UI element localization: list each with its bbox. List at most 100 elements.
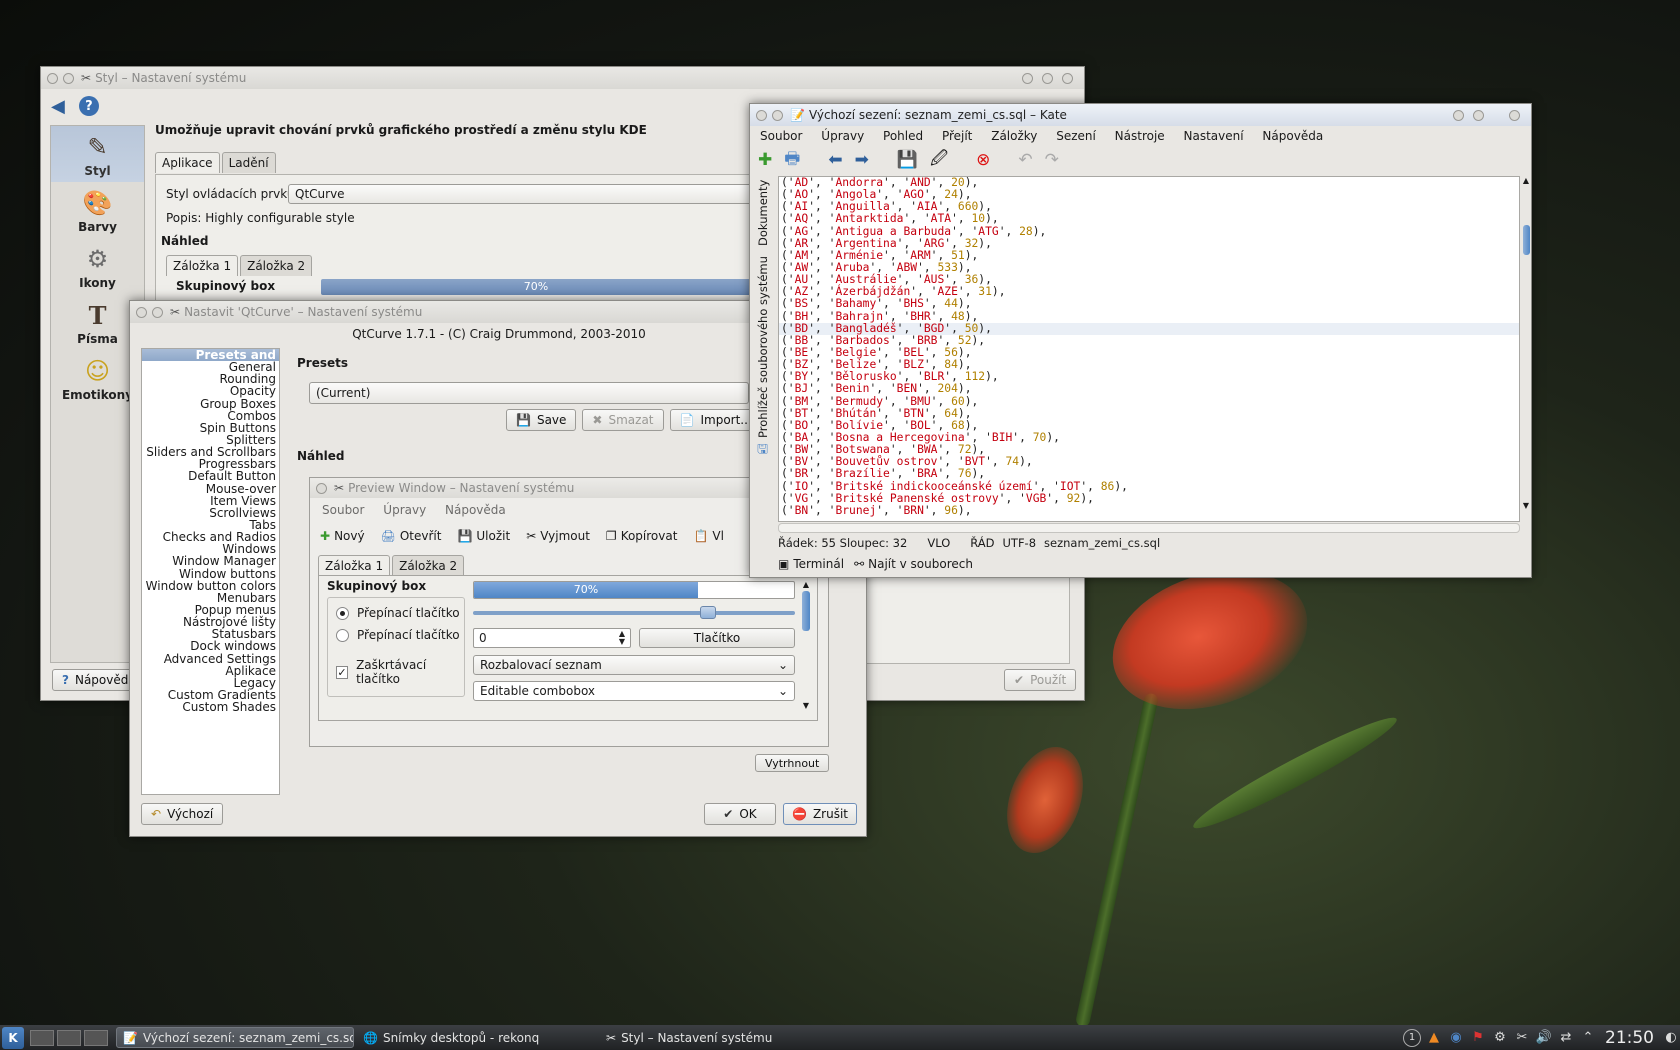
open-button[interactable]: 🖨 Otevřít	[381, 529, 442, 543]
menu-soubor[interactable]: Soubor	[760, 129, 802, 143]
save-button[interactable]: 💾 Save	[506, 409, 577, 431]
apply-button[interactable]: ✔ Použít	[1004, 669, 1077, 691]
qtcurve-list-item[interactable]: Aplikace	[142, 665, 279, 677]
scroll-down-icon[interactable]: ▼	[1521, 501, 1531, 510]
clock[interactable]: 21:50	[1605, 1028, 1654, 1048]
status-mode[interactable]: VLO	[927, 536, 950, 550]
task-kate[interactable]: 📝 Výchozí sezení: seznam_zemi_cs.sql	[116, 1027, 354, 1048]
kate-titlebar[interactable]: 📝 Výchozí sezení: seznam_zemi_cs.sql – K…	[750, 104, 1531, 126]
find-in-files-tab[interactable]: ⚯ Najít v souborech	[854, 557, 973, 571]
menu-nastaveni[interactable]: Nastavení	[1184, 129, 1244, 143]
sidebar-item-styl[interactable]: ✎ Styl	[51, 126, 144, 182]
qtcurve-list-item[interactable]: Dock windows	[142, 640, 279, 652]
qtcurve-list-item[interactable]: Mouse-over	[142, 482, 279, 494]
menu-pohled[interactable]: Pohled	[883, 129, 923, 143]
menu-dot-icon[interactable]	[47, 72, 58, 84]
clipboard-scissors-icon[interactable]: ✂	[1513, 1029, 1531, 1047]
save-icon[interactable]: 💾	[897, 150, 918, 170]
kate-editor[interactable]: ('AD', 'Andorra', 'AND', 20), ('AO', 'Ang…	[778, 176, 1520, 522]
sidebar-item-ikony[interactable]: ⚙ Ikony	[51, 238, 144, 294]
preview-scrollbar[interactable]: ▲ ▼	[801, 580, 811, 716]
pager-desktop-1[interactable]	[30, 1029, 54, 1046]
ok-button[interactable]: ✔ OK	[704, 803, 776, 825]
preview-tab-1[interactable]: Záložka 1	[318, 555, 391, 576]
maximize-icon[interactable]	[1042, 72, 1053, 84]
preview-menu-napoveda[interactable]: Nápověda	[445, 503, 506, 517]
close-icon[interactable]	[1509, 109, 1520, 121]
save-button[interactable]: 💾 Uložit	[457, 529, 510, 543]
delete-button[interactable]: ✖ Smazat	[582, 409, 664, 431]
checkbox[interactable]: ✓ Zaškrtávací tlačítko	[336, 658, 464, 686]
close-icon[interactable]	[1062, 72, 1073, 84]
menu-dot-icon[interactable]	[756, 109, 767, 121]
qtcurve-list-item[interactable]: Group Boxes	[142, 397, 279, 409]
task-styl[interactable]: ✂ Styl – Nastavení systému	[600, 1027, 840, 1048]
preview-menu-upravy[interactable]: Úpravy	[383, 503, 426, 517]
sticky-dot-icon[interactable]	[63, 72, 74, 84]
pager-desktop-3[interactable]	[84, 1029, 108, 1046]
qtcurve-list-item[interactable]: Window button colors	[142, 580, 279, 592]
vlc-icon[interactable]: ▲	[1425, 1029, 1443, 1047]
menu-zalozky[interactable]: Záložky	[991, 129, 1037, 143]
preview-editable-combo[interactable]: Editable combobox ⌄	[473, 681, 795, 701]
tray-expand-icon[interactable]: ⌃	[1579, 1029, 1597, 1047]
tab-zalozka-2[interactable]: Záložka 2	[240, 255, 313, 276]
detach-button[interactable]: Vytrhnout	[755, 754, 830, 772]
minimize-icon[interactable]	[1453, 109, 1464, 121]
pager-desktop-2[interactable]	[57, 1029, 81, 1046]
settings-icon[interactable]: ⚙	[1491, 1029, 1509, 1047]
qtcurve-list-item[interactable]: Opacity	[142, 385, 279, 397]
menu-sezeni[interactable]: Sezení	[1056, 129, 1096, 143]
qtcurve-list-item[interactable]: Default Button	[142, 470, 279, 482]
preview-slider-track[interactable]	[473, 606, 795, 619]
sidebar-item-barvy[interactable]: 🎨 Barvy	[51, 182, 144, 238]
volume-icon[interactable]: 🔊	[1535, 1029, 1553, 1047]
spin-box[interactable]: 0 ▲ ▼	[473, 628, 631, 648]
forward-icon[interactable]: ➡	[855, 150, 869, 170]
import-button[interactable]: 📄 Import...	[669, 409, 762, 431]
side-tab-documents[interactable]: Dokumenty	[756, 180, 770, 246]
preview-tab-2[interactable]: Záložka 2	[392, 555, 465, 576]
menu-nastroje[interactable]: Nástroje	[1115, 129, 1165, 143]
back-icon[interactable]: ◀	[51, 96, 65, 117]
tab-ladeni[interactable]: Ladění	[221, 152, 276, 173]
scrollbar-thumb[interactable]	[802, 591, 810, 631]
qtcurve-list-item[interactable]: Custom Shades	[142, 701, 279, 713]
kde-menu-icon[interactable]: K	[2, 1026, 24, 1049]
radio-2[interactable]: Přepínací tlačítko	[336, 628, 460, 642]
new-document-icon[interactable]: ✚	[758, 150, 772, 170]
back-icon[interactable]: ⬅	[828, 150, 842, 170]
widget-style-combo[interactable]: QtCurve	[288, 184, 758, 204]
redo-icon[interactable]: ↷	[1045, 150, 1059, 170]
maximize-icon[interactable]	[1473, 109, 1484, 121]
network-icon[interactable]: ◉	[1447, 1029, 1465, 1047]
preview-combo[interactable]: Rozbalovací seznam ⌄	[473, 655, 795, 675]
styl-titlebar[interactable]: ✂ Styl – Nastavení systému	[41, 67, 1084, 89]
default-button[interactable]: ↶ Výchozí	[141, 803, 224, 825]
menu-prejit[interactable]: Přejít	[942, 129, 972, 143]
cut-button[interactable]: ✂ Vyjmout	[526, 529, 590, 543]
panel-toolbox-icon[interactable]: ◐	[1662, 1029, 1680, 1047]
print-icon[interactable]: 🖶	[784, 146, 800, 175]
menu-upravy[interactable]: Úpravy	[821, 129, 864, 143]
qtcurve-section-list[interactable]: Presets and Preview General Rounding Opacit…	[141, 348, 280, 795]
pager-number[interactable]: 1	[1403, 1028, 1421, 1047]
save-as-icon[interactable]: 🖉	[930, 146, 948, 175]
sticky-dot-icon[interactable]	[772, 109, 783, 121]
preview-menu-soubor[interactable]: Soubor	[322, 503, 364, 517]
qtcurve-list-item[interactable]: Advanced Settings	[142, 652, 279, 664]
scroll-up-icon[interactable]: ▲	[1521, 176, 1531, 185]
scroll-up-icon[interactable]: ▲	[801, 580, 811, 589]
radio-1[interactable]: Přepínací tlačítko	[336, 606, 460, 620]
slider-handle[interactable]	[700, 606, 717, 619]
cancel-button[interactable]: ⛔ Zrušit	[783, 803, 857, 825]
scroll-down-icon[interactable]: ▼	[801, 701, 811, 710]
kate-hscrollbar[interactable]	[778, 523, 1520, 533]
menu-dot-icon[interactable]	[136, 306, 147, 318]
qtcurve-list-item[interactable]: Item Views	[142, 495, 279, 507]
help-icon[interactable]: ?	[78, 96, 99, 116]
minimize-icon[interactable]	[1022, 72, 1033, 84]
qtcurve-list-item[interactable]: Window buttons	[142, 567, 279, 579]
spin-arrows-icon[interactable]: ▲ ▼	[619, 630, 625, 646]
preview-push-button[interactable]: Tlačítko	[639, 628, 795, 648]
